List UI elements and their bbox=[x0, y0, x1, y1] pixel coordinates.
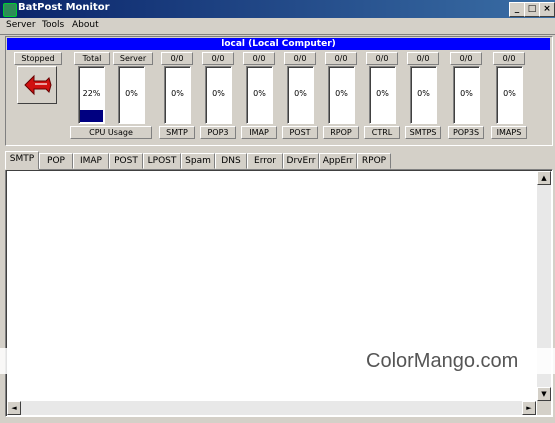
horizontal-scrollbar[interactable]: ◄ ► bbox=[7, 401, 536, 415]
tab-smtp[interactable]: SMTP bbox=[5, 151, 39, 170]
gauge-label-rpop: RPOP bbox=[323, 126, 359, 139]
tab-imap[interactable]: IMAP bbox=[73, 153, 109, 169]
scroll-left-button[interactable]: ◄ bbox=[7, 401, 21, 415]
title-bar: BatPost Monitor _ □ × bbox=[0, 0, 555, 18]
gauge-header-pop3: 0/0 bbox=[202, 52, 234, 65]
gauge-header-smtp: 0/0 bbox=[161, 52, 193, 65]
gauge-pop3s: 0% bbox=[453, 66, 480, 124]
tab-post[interactable]: POST bbox=[109, 153, 143, 169]
gauge-label-smtps: SMTPS bbox=[405, 126, 441, 139]
cpu-usage-label: CPU Usage bbox=[70, 126, 152, 139]
gauge-value-imaps: 0% bbox=[503, 89, 516, 98]
gauge-value-smtps: 0% bbox=[417, 89, 430, 98]
gauge-value-smtp: 0% bbox=[171, 89, 184, 98]
tab-error[interactable]: Error bbox=[247, 153, 283, 169]
gauge-smtps: 0% bbox=[410, 66, 437, 124]
tab-pop[interactable]: POP bbox=[39, 153, 73, 169]
gauge-pop3: 0% bbox=[205, 66, 232, 124]
scroll-down-button[interactable]: ▼ bbox=[537, 387, 551, 401]
scrollbar-corner bbox=[537, 401, 551, 415]
gauge-label-smtp: SMTP bbox=[159, 126, 195, 139]
maximize-button[interactable]: □ bbox=[524, 2, 540, 17]
gauge-label-imaps: IMAPS bbox=[491, 126, 527, 139]
gauge-label-ctrl: CTRL bbox=[364, 126, 400, 139]
cpu-total-fill bbox=[80, 110, 103, 122]
gauge-label-pop3s: POP3S bbox=[448, 126, 484, 139]
app-icon bbox=[3, 3, 17, 17]
gauge-header-rpop: 0/0 bbox=[325, 52, 357, 65]
gauge-label-imap: IMAP bbox=[241, 126, 277, 139]
gauge-value-post: 0% bbox=[294, 89, 307, 98]
gauge-header-ctrl: 0/0 bbox=[366, 52, 398, 65]
cpu-server-gauge: 0% bbox=[118, 66, 145, 124]
tab-drverr[interactable]: DrvErr bbox=[283, 153, 319, 169]
gauge-value-ctrl: 0% bbox=[376, 89, 389, 98]
gauge-header-smtps: 0/0 bbox=[407, 52, 439, 65]
gauge-rpop: 0% bbox=[328, 66, 355, 124]
tab-dns[interactable]: DNS bbox=[215, 153, 247, 169]
gauge-label-post: POST bbox=[282, 126, 318, 139]
cpu-server-header: Server bbox=[113, 52, 153, 65]
gauge-header-imap: 0/0 bbox=[243, 52, 275, 65]
minimize-button[interactable]: _ bbox=[509, 2, 525, 17]
gauge-imaps: 0% bbox=[496, 66, 523, 124]
menu-bar: Server Tools About bbox=[0, 18, 555, 35]
gauge-value-rpop: 0% bbox=[335, 89, 348, 98]
tab-apperr[interactable]: AppErr bbox=[319, 153, 357, 169]
gauge-post: 0% bbox=[287, 66, 314, 124]
log-view[interactable]: ▲ ▼ ◄ ► bbox=[5, 169, 553, 417]
batpost-monitor-window: BatPost Monitor _ □ × Server Tools About… bbox=[0, 0, 555, 423]
cpu-total-header: Total bbox=[74, 52, 110, 65]
server-name-bar: local (Local Computer) bbox=[7, 38, 550, 50]
window-title: BatPost Monitor bbox=[18, 2, 110, 13]
menu-tools[interactable]: Tools bbox=[42, 20, 64, 30]
vertical-scrollbar[interactable]: ▲ ▼ bbox=[537, 171, 551, 415]
gauge-label-pop3: POP3 bbox=[200, 126, 236, 139]
gauge-imap: 0% bbox=[246, 66, 273, 124]
scroll-up-button[interactable]: ▲ bbox=[537, 171, 551, 185]
tab-spam[interactable]: Spam bbox=[181, 153, 215, 169]
gauge-value-imap: 0% bbox=[253, 89, 266, 98]
gauge-smtp: 0% bbox=[164, 66, 191, 124]
stop-server-button[interactable] bbox=[17, 66, 57, 104]
menu-server[interactable]: Server bbox=[6, 20, 36, 30]
gauge-value-pop3: 0% bbox=[212, 89, 225, 98]
tab-rpop[interactable]: RPOP bbox=[357, 153, 391, 169]
stop-icon bbox=[24, 74, 52, 96]
close-button[interactable]: × bbox=[539, 2, 555, 17]
cpu-total-value: 22% bbox=[82, 89, 101, 98]
gauge-value-pop3s: 0% bbox=[460, 89, 473, 98]
watermark-text: ColorMango.com bbox=[366, 350, 519, 372]
cpu-total-gauge: 22% bbox=[78, 66, 105, 124]
gauge-header-pop3s: 0/0 bbox=[450, 52, 482, 65]
gauge-header-post: 0/0 bbox=[284, 52, 316, 65]
cpu-server-value: 0% bbox=[125, 89, 138, 98]
tab-lpost[interactable]: LPOST bbox=[143, 153, 181, 169]
menu-about[interactable]: About bbox=[72, 20, 99, 30]
gauge-header-imaps: 0/0 bbox=[493, 52, 525, 65]
scroll-right-button[interactable]: ► bbox=[522, 401, 536, 415]
status-label: Stopped bbox=[14, 52, 62, 65]
gauge-ctrl: 0% bbox=[369, 66, 396, 124]
watermark-banner: ColorMango.com bbox=[0, 348, 555, 374]
